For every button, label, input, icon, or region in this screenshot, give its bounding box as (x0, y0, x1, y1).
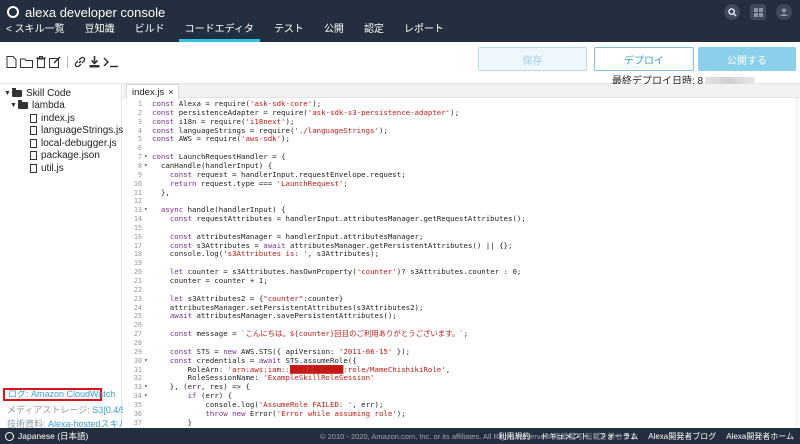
code-line[interactable]: 37 } (123, 418, 800, 428)
tree-label: lambda (32, 100, 65, 112)
search-icon[interactable] (724, 4, 740, 20)
sidebar-footer: ログ: Amazon CloudWatch メディアストレージ: S3[0.4/… (0, 388, 141, 430)
terminal-icon[interactable] (103, 56, 119, 68)
file-icon (30, 113, 37, 123)
tree-file-local-debugger[interactable]: local-debugger.js (4, 137, 123, 150)
alexa-logo-icon (7, 6, 19, 18)
editor-toolbar: 保存 デプロイ 公開する 最終デプロイ日時: 8 (0, 42, 800, 87)
tree-file-index[interactable]: index.js (4, 112, 123, 125)
editor-scrollbar[interactable] (795, 98, 799, 428)
toolbar-divider (67, 56, 68, 68)
nav-report[interactable]: レポート (394, 24, 454, 42)
footer-links: 利用規約 ドキュメント フォーラム Alexa開発者ブログ Alexa開発者ホー… (498, 431, 794, 442)
app-title: alexa developer console (25, 4, 166, 20)
language-label: Japanese (日本語) (18, 431, 89, 441)
tree-label: package.json (41, 150, 100, 162)
close-tab-icon[interactable]: × (168, 86, 173, 99)
nav-test[interactable]: テスト (264, 24, 314, 42)
file-icon (30, 163, 37, 173)
publish-button[interactable]: 公開する (698, 47, 796, 71)
language-selector[interactable]: Japanese (日本語) (5, 430, 88, 442)
apps-grid-icon[interactable] (750, 4, 766, 20)
tree-label: Skill Code (26, 87, 72, 99)
folder-icon (18, 100, 28, 110)
user-avatar-icon[interactable] (776, 4, 792, 20)
page-footer: Japanese (日本語) © 2010 - 2020, Amazon.com… (0, 428, 800, 444)
header-actions (724, 4, 792, 20)
file-tools (6, 56, 119, 68)
tree-folder-lambda[interactable]: ▼ lambda (4, 100, 123, 113)
new-folder-icon[interactable] (20, 57, 33, 68)
rename-icon[interactable] (49, 56, 61, 68)
footer-link-forum[interactable]: フォーラム (598, 431, 638, 442)
tab-label: index.js (132, 86, 165, 98)
caret-down-icon[interactable]: ▼ (10, 102, 18, 109)
file-tree: ▼ Skill Code ▼ lambda index.js languageStr… (4, 87, 123, 175)
download-icon[interactable] (89, 56, 100, 68)
tree-label: util.js (41, 162, 64, 174)
tree-file-util[interactable]: util.js (4, 162, 123, 175)
line-number: 37 (133, 418, 142, 427)
storage-label: メディアストレージ: (7, 405, 93, 415)
save-button[interactable]: 保存 (478, 47, 587, 71)
new-file-icon[interactable] (6, 56, 17, 68)
tree-file-language-strings[interactable]: languageStrings.js (4, 125, 123, 138)
footer-link-blog[interactable]: Alexa開発者ブログ (648, 431, 716, 442)
tree-folder-skill-code[interactable]: ▼ Skill Code (4, 87, 123, 100)
file-icon (30, 151, 37, 161)
link-icon[interactable] (74, 56, 86, 68)
file-icon (30, 126, 37, 136)
caret-down-icon[interactable]: ▼ (4, 90, 12, 97)
tab-index-js[interactable]: index.js × (126, 84, 180, 99)
file-icon (30, 138, 37, 148)
media-storage: メディアストレージ: S3[0.4/5GB] (7, 403, 141, 416)
tree-file-package-json[interactable]: package.json (4, 150, 123, 163)
main-nav: < スキル一覧 豆知識 ビルド コードエディタ テスト 公開 認定 レポート (0, 24, 800, 42)
footer-link-docs[interactable]: ドキュメント (540, 431, 588, 442)
nav-publish[interactable]: 公開 (314, 24, 354, 42)
footer-link-terms[interactable]: 利用規約 (498, 431, 530, 442)
nav-code-editor[interactable]: コードエディタ (175, 24, 264, 42)
delete-icon[interactable] (36, 56, 46, 68)
deploy-button[interactable]: デプロイ (594, 47, 694, 71)
tree-label: languageStrings.js (41, 125, 124, 137)
file-sidebar: ▼ Skill Code ▼ lambda index.js languageStr… (0, 84, 141, 430)
globe-icon (5, 431, 14, 441)
footer-link-home[interactable]: Alexa開発者ホーム (726, 431, 794, 442)
nav-build[interactable]: ビルド (125, 24, 175, 42)
nav-trivia[interactable]: 豆知識 (75, 24, 125, 42)
top-header: alexa developer console (0, 0, 800, 24)
tree-label: index.js (41, 112, 75, 124)
code-editor[interactable]: index.js × 1 const Alexa = require('ask-s… (123, 84, 800, 428)
code-text: } (152, 417, 193, 427)
tree-label: local-debugger.js (41, 137, 117, 149)
folder-icon (12, 87, 22, 97)
nav-skill-list[interactable]: < スキル一覧 (0, 24, 75, 42)
nav-certification[interactable]: 認定 (354, 24, 394, 42)
cloudwatch-log-link[interactable]: ログ: Amazon CloudWatch (3, 388, 115, 401)
editor-tabs: index.js × (123, 84, 800, 99)
